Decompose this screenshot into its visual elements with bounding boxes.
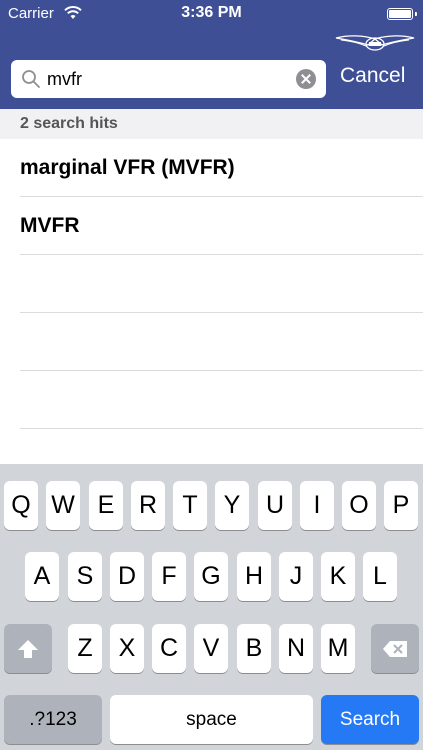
key-m[interactable]: M (321, 624, 355, 673)
cancel-button[interactable]: Cancel (340, 64, 405, 88)
empty-row (20, 371, 423, 429)
list-item[interactable]: MVFR (20, 197, 423, 255)
key-w[interactable]: W (46, 481, 80, 530)
key-y[interactable]: Y (215, 481, 249, 530)
search-input[interactable] (47, 66, 287, 92)
list-item-label: marginal VFR (MVFR) (20, 156, 235, 179)
key-l[interactable]: L (363, 552, 397, 601)
key-v[interactable]: V (194, 624, 228, 673)
key-q[interactable]: Q (4, 481, 38, 530)
empty-row (20, 313, 423, 371)
numbers-key[interactable]: .?123 (4, 695, 102, 744)
key-a[interactable]: A (25, 552, 59, 601)
key-p[interactable]: P (384, 481, 418, 530)
results-header: 2 search hits (0, 109, 423, 139)
list-item-label: MVFR (20, 214, 80, 237)
shift-arrow-icon (18, 639, 38, 658)
search-field[interactable] (11, 60, 326, 98)
key-h[interactable]: H (237, 552, 271, 601)
key-k[interactable]: K (321, 552, 355, 601)
nav-header: Carrier 3:36 PM Cancel (0, 0, 423, 109)
search-icon (22, 70, 40, 88)
key-f[interactable]: F (152, 552, 186, 601)
key-s[interactable]: S (68, 552, 102, 601)
status-time: 3:36 PM (181, 4, 242, 21)
results-list: marginal VFR (MVFR) MVFR (0, 139, 423, 429)
key-j[interactable]: J (279, 552, 313, 601)
space-key[interactable]: space (110, 695, 313, 744)
key-u[interactable]: U (258, 481, 292, 530)
search-key[interactable]: Search (321, 695, 419, 744)
clear-search-icon[interactable] (296, 69, 316, 89)
key-i[interactable]: I (300, 481, 334, 530)
keyboard: Q W E R T Y U I O P A S D F G H J K L Z … (0, 464, 423, 750)
key-r[interactable]: R (131, 481, 165, 530)
backspace-icon (383, 640, 407, 657)
key-t[interactable]: T (173, 481, 207, 530)
key-n[interactable]: N (279, 624, 313, 673)
status-bar: Carrier 3:36 PM (0, 0, 423, 28)
key-d[interactable]: D (110, 552, 144, 601)
key-g[interactable]: G (194, 552, 228, 601)
wings-logo-icon (335, 35, 415, 51)
empty-row (20, 255, 423, 313)
key-e[interactable]: E (89, 481, 123, 530)
key-c[interactable]: C (152, 624, 186, 673)
delete-key[interactable] (371, 624, 419, 673)
key-o[interactable]: O (342, 481, 376, 530)
key-b[interactable]: B (237, 624, 271, 673)
key-x[interactable]: X (110, 624, 144, 673)
shift-key[interactable] (4, 624, 52, 673)
battery-icon (387, 8, 417, 20)
search-hits-count: 2 search hits (20, 115, 118, 132)
key-z[interactable]: Z (68, 624, 102, 673)
list-item[interactable]: marginal VFR (MVFR) (20, 139, 423, 197)
